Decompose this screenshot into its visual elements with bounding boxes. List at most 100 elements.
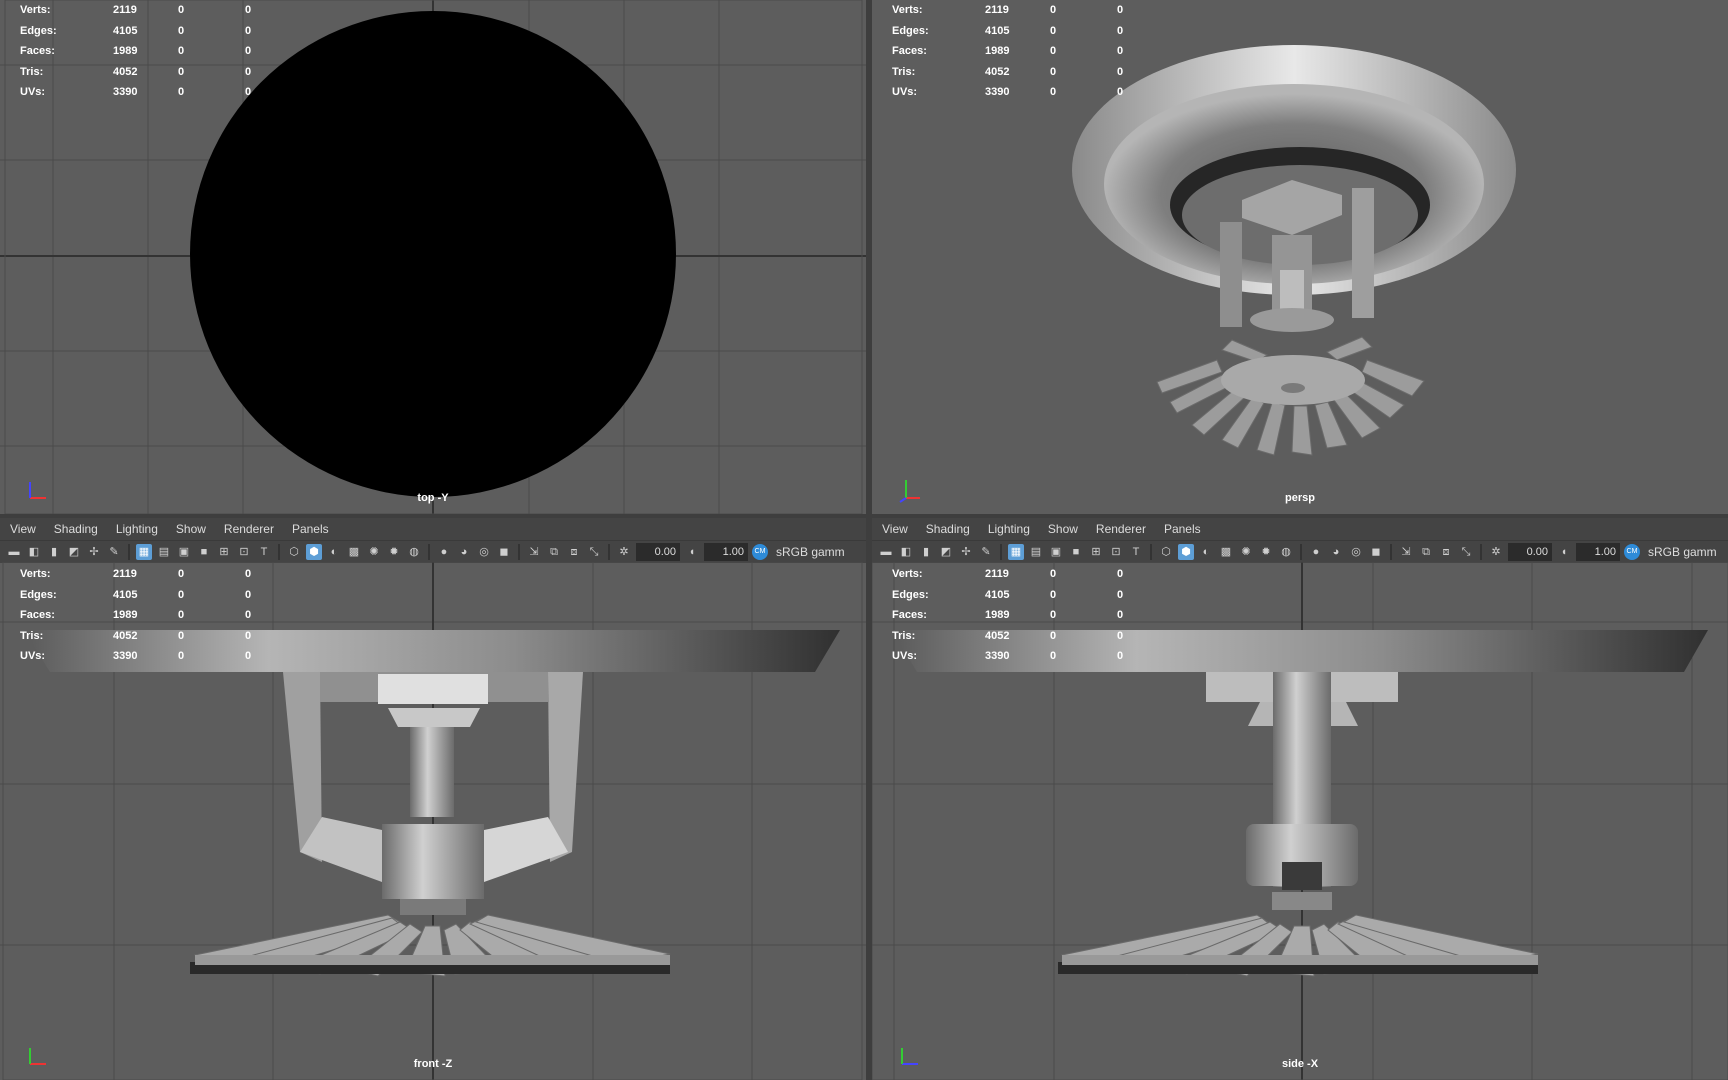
color-management-icon[interactable]: CM [752,544,768,560]
xray-icon[interactable]: ◼ [496,544,512,560]
texture-icon[interactable]: ▩ [1218,544,1234,560]
xray-icon[interactable]: ◼ [1368,544,1384,560]
exposure-icon[interactable]: ✲ [1488,544,1504,560]
safe-action-icon[interactable]: ⊡ [236,544,252,560]
grid-icon[interactable]: ▦ [136,544,152,560]
backface-culling-icon[interactable]: ⤡ [586,544,602,560]
resolution-gate-icon[interactable]: ▣ [1048,544,1064,560]
image-plane-icon[interactable]: ◩ [66,544,82,560]
wireframe-icon[interactable]: ⬡ [1158,544,1174,560]
shadows-icon[interactable]: ✹ [1258,544,1274,560]
toolbar-separator [1000,544,1002,560]
ambient-occlusion-icon[interactable]: ◍ [406,544,422,560]
camera-attributes-icon[interactable]: ◧ [26,544,42,560]
field-chart-icon[interactable]: ⊞ [1088,544,1104,560]
isolate-select-icon[interactable]: ⇲ [1398,544,1414,560]
grid-icon[interactable]: ▦ [1008,544,1024,560]
2d-pan-icon[interactable]: ✢ [86,544,102,560]
pane-divider-vertical[interactable] [866,0,872,1080]
exposure-field[interactable] [1508,543,1552,561]
shadows-icon[interactable]: ✹ [386,544,402,560]
viewport-canvas[interactable]: Verts: 2119 0 0 Edges: 4105 0 0 Faces: 1989 0 0 T… [0,0,866,514]
wireframe-on-shaded-icon[interactable]: ◐ [326,544,342,560]
poly-count-hud: Verts: 2119 0 0 Edges: 4105 0 0 Faces: 1989 0 0 T… [892,568,1124,663]
camera-icon[interactable]: ▬ [878,544,894,560]
texture-icon[interactable]: ▩ [346,544,362,560]
color-management-icon[interactable]: CM [1624,544,1640,560]
bookmark-icon[interactable]: ▮ [46,544,62,560]
backface-culling-icon[interactable]: ⤡ [1458,544,1474,560]
toolbar-separator [1150,544,1152,560]
film-gate-icon[interactable]: ▤ [1028,544,1044,560]
gamma-icon[interactable]: ◖ [684,544,700,560]
smooth-shade-icon[interactable]: ⬢ [1178,544,1194,560]
viewport-persp[interactable]: Verts: 2119 0 0 Edges: 4105 0 0 Faces: 1989 0 0 T… [872,0,1728,514]
view-transform-dropdown[interactable]: sRGB gamm [1648,545,1717,559]
pane-divider-horizontal[interactable] [0,514,1728,518]
viewport-side[interactable]: View Shading Lighting Show Renderer Pane… [872,518,1728,1080]
camera-icon[interactable]: ▬ [6,544,22,560]
viewport-canvas[interactable]: Verts: 2119 0 0 Edges: 4105 0 0 Faces: 1989 0 0 T… [872,0,1728,514]
motion-blur-icon[interactable]: ● [1308,544,1324,560]
depth-of-field-icon[interactable]: ◎ [1348,544,1364,560]
viewport-front[interactable]: View Shading Lighting Show Renderer Pane… [0,518,866,1080]
use-all-lights-icon[interactable]: ✺ [366,544,382,560]
image-plane-icon[interactable]: ◩ [938,544,954,560]
safe-title-icon[interactable]: T [1128,544,1144,560]
menu-renderer[interactable]: Renderer [1096,522,1146,536]
gate-mask-icon[interactable]: ■ [196,544,212,560]
anti-aliasing-icon[interactable]: ◕ [456,544,472,560]
gamma-icon[interactable]: ◖ [1556,544,1572,560]
axis-gizmo-icon [24,1040,54,1070]
exposure-icon[interactable]: ✲ [616,544,632,560]
menu-panels[interactable]: Panels [1164,522,1201,536]
gate-mask-icon[interactable]: ■ [1068,544,1084,560]
viewport-top[interactable]: Verts: 2119 0 0 Edges: 4105 0 0 Faces: 1989 0 0 T… [0,0,866,514]
gamma-field[interactable] [704,543,748,561]
safe-title-icon[interactable]: T [256,544,272,560]
film-gate-icon[interactable]: ▤ [156,544,172,560]
grease-pencil-icon[interactable]: ✎ [106,544,122,560]
menu-shading[interactable]: Shading [926,522,970,536]
ambient-occlusion-icon[interactable]: ◍ [1278,544,1294,560]
wireframe-icon[interactable]: ⬡ [286,544,302,560]
safe-action-icon[interactable]: ⊡ [1108,544,1124,560]
menu-shading[interactable]: Shading [54,522,98,536]
viewport-canvas[interactable]: Verts: 2119 0 0 Edges: 4105 0 0 Faces: 1989 0 0 T… [872,562,1728,1080]
depth-of-field-icon[interactable]: ◎ [476,544,492,560]
2d-pan-icon[interactable]: ✢ [958,544,974,560]
field-chart-icon[interactable]: ⊞ [216,544,232,560]
xray-joints-icon[interactable]: ⧉ [546,544,562,560]
use-all-lights-icon[interactable]: ✺ [1238,544,1254,560]
motion-blur-icon[interactable]: ● [436,544,452,560]
bookmark-icon[interactable]: ▮ [918,544,934,560]
toolbar-separator [1390,544,1392,560]
view-transform-dropdown[interactable]: sRGB gamm [776,545,845,559]
camera-name: front -Z [413,1058,453,1070]
menu-show[interactable]: Show [176,522,206,536]
toolbar-separator [1300,544,1302,560]
gamma-field[interactable] [1576,543,1620,561]
menu-view[interactable]: View [882,522,908,536]
menu-lighting[interactable]: Lighting [116,522,158,536]
wireframe-on-shaded-icon[interactable]: ◐ [1198,544,1214,560]
menu-view[interactable]: View [10,522,36,536]
xray-active-icon[interactable]: ⧈ [566,544,582,560]
isolate-select-icon[interactable]: ⇲ [526,544,542,560]
resolution-gate-icon[interactable]: ▣ [176,544,192,560]
panel-menu-bar: View Shading Lighting Show Renderer Pane… [872,518,1728,540]
menu-lighting[interactable]: Lighting [988,522,1030,536]
xray-joints-icon[interactable]: ⧉ [1418,544,1434,560]
panel-menu-bar: View Shading Lighting Show Renderer Pane… [0,518,866,540]
grease-pencil-icon[interactable]: ✎ [978,544,994,560]
smooth-shade-icon[interactable]: ⬢ [306,544,322,560]
exposure-field[interactable] [636,543,680,561]
menu-panels[interactable]: Panels [292,522,329,536]
anti-aliasing-icon[interactable]: ◕ [1328,544,1344,560]
menu-renderer[interactable]: Renderer [224,522,274,536]
camera-attributes-icon[interactable]: ◧ [898,544,914,560]
viewport-canvas[interactable]: Verts: 2119 0 0 Edges: 4105 0 0 Faces: 1989 0 0 T… [0,562,866,1080]
menu-show[interactable]: Show [1048,522,1078,536]
camera-name: persp [1285,492,1315,504]
xray-active-icon[interactable]: ⧈ [1438,544,1454,560]
